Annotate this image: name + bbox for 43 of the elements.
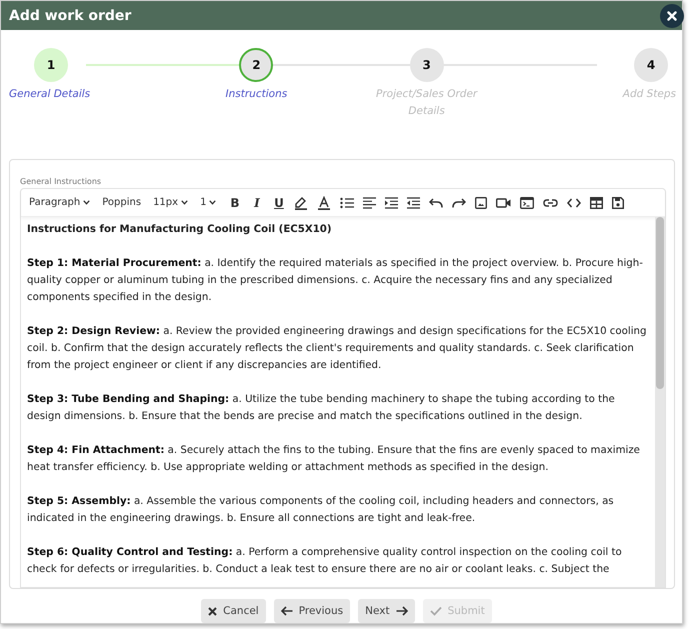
table-button[interactable]: [590, 194, 604, 210]
align-left-button[interactable]: [363, 194, 376, 210]
text-color-button[interactable]: [317, 194, 332, 210]
step-number[interactable]: 3: [410, 48, 444, 82]
toolbar-dropdown[interactable]: Paragraph: [29, 197, 90, 208]
highlight-button[interactable]: [294, 194, 308, 210]
step-label: Add Steps: [622, 87, 676, 102]
instruction-paragraph: Step 3: Tube Bending and Shaping: a. Utilize the tube bending machinery to shape the tubing according to the design dimensions. b. Ensure that the bends are precise and match the specifications outlined in the design.: [27, 393, 616, 424]
format-button[interactable]: B: [228, 194, 242, 210]
close-icon: [208, 606, 218, 616]
toolbar-dropdown[interactable]: 11px: [153, 197, 188, 208]
arrow-right-icon: [396, 606, 408, 616]
instruction-paragraph: Step 6: Quality Control and Testing: a. Perform a comprehensive quality control inspection on the cooling coil to check for defects or irregularities. b. Conduct a leak test to ensure there are no air or coolant leaks. c. Subject the: [27, 546, 623, 577]
instruction-paragraph: Step 1: Material Procurement: a. Identify the required materials as specified in the project overview. b. Procure high-quality copper or aluminum tubing in the prescribed dimensions. c. Acquire the necessary fins and any specialized components specified in the design.: [27, 257, 644, 305]
toolbar-dropdown[interactable]: 1: [200, 197, 216, 208]
close-button[interactable]: [660, 4, 684, 28]
toolbar-dropdown[interactable]: Poppins: [102, 197, 142, 208]
format-button[interactable]: I: [250, 194, 264, 210]
step-label: General Details: [9, 87, 90, 102]
step-label: Instructions: [226, 87, 288, 102]
check-icon: [430, 606, 442, 616]
embed-button[interactable]: [520, 194, 534, 210]
step-number[interactable]: 2: [239, 48, 274, 82]
instruction-paragraph: Step 4: Fin Attachment: a. Securely attach the fins to the tubing. Ensure that the fins are evenly spaced to maximize heat transfer efficiency. b. Use appropriate welding or attachment methods as specified in the design.: [27, 444, 641, 475]
instruction-paragraph: Step 2: Design Review: a. Review the provided engineering drawings and design specifications for the EC5X10 cooling coil. b. Confirm that the design accurately reflects the client's requirements and quality standards. c. Seek clarification from the project engineer or client if any discrepancies are identified.: [27, 325, 648, 373]
arrow-left-icon: [280, 606, 293, 616]
outdent-button[interactable]: [407, 194, 420, 210]
footer-button[interactable]: Cancel: [201, 599, 266, 623]
save-button[interactable]: [612, 194, 624, 210]
footer-button[interactable]: Previous: [274, 599, 350, 623]
image-button[interactable]: [475, 194, 488, 210]
close-icon: [667, 10, 677, 20]
format-button[interactable]: U: [272, 194, 286, 210]
document-title: Instructions for Manufacturing Cooling Coil (EC5X10): [27, 223, 333, 237]
footer-button[interactable]: Next: [358, 599, 415, 623]
field-label: General Instructions: [20, 177, 102, 187]
step-number[interactable]: 1: [34, 48, 68, 82]
dialog-title: Add work order: [9, 8, 132, 24]
instruction-paragraph: Step 5: Assembly: a. Assemble the various components of the cooling coil, including headers and connectors, as indicated in the engineering drawings. b. Ensure all connections are tight and leak-free.: [27, 495, 615, 526]
scrollbar[interactable]: [655, 217, 665, 587]
step-label: Project/Sales Order Details: [375, 87, 479, 119]
step-number[interactable]: 4: [634, 48, 668, 82]
indent-button[interactable]: [385, 194, 398, 210]
